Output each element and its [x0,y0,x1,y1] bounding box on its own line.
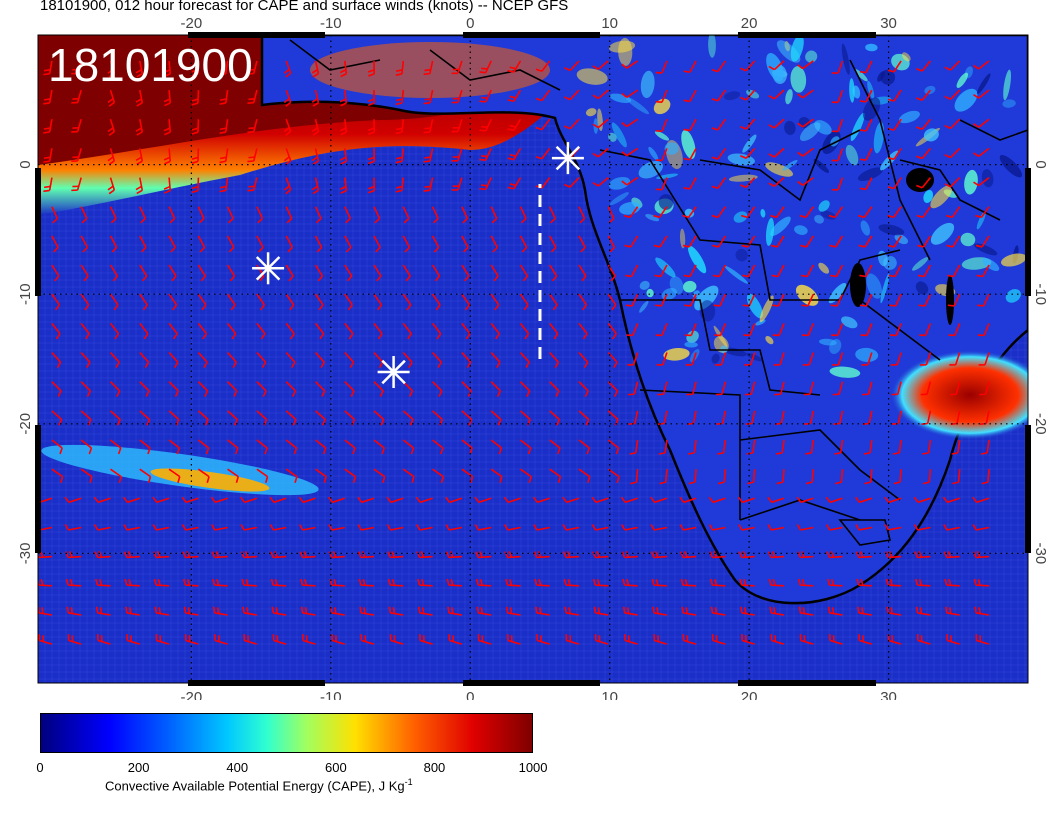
colorbar-tick-400: 400 [226,760,249,775]
top-lon-tick-30: 30 [880,15,897,32]
colorbar-label: Convective Available Potential Energy (C… [105,777,413,793]
top-lon-tick-20: 20 [741,15,758,32]
left-lat-tick--20: -20 [17,413,34,435]
cape-colorbar [40,713,533,753]
date-stamp: 18101900 [48,39,253,91]
top-lon-tick--20: -20 [181,15,203,32]
top-lon-tick-0: 0 [466,15,474,32]
right-lat-tick--30: -30 [1032,543,1049,565]
right-lat-tick--10: -10 [1032,283,1049,305]
bottom-lon-tick-labels: -20 -10 0 10 20 30 [181,689,897,700]
bottom-lon-tick-10: 10 [601,689,618,700]
bottom-lon-tick-20: 20 [741,689,758,700]
left-lat-tick--30: -30 [17,543,34,565]
colorbar-tick-0: 0 [36,760,44,775]
colorbar-tick-600: 600 [325,760,347,775]
map-figure: -20 -10 0 10 20 30 -20 -10 0 10 20 30 0 -10 -20 -30 0… [17,15,1049,700]
right-lat-tick-0: 0 [1032,160,1049,168]
asterisk-marker-3 [377,356,410,388]
bottom-lon-tick--20: -20 [181,689,203,700]
right-lat-tick-labels: 0 -10 -20 -30 [1032,160,1049,564]
top-lon-tick-labels: -20 -10 0 10 20 30 [181,15,897,32]
left-lat-tick-labels: 0 -10 -20 -30 [17,160,34,564]
colorbar-tick-200: 200 [127,760,150,775]
left-lat-tick-0: 0 [17,160,34,168]
asterisk-marker-2 [252,252,285,285]
bottom-lon-tick-30: 30 [880,689,897,700]
colorbar-label-exponent: -1 [404,777,413,787]
top-lon-tick-10: 10 [601,15,618,32]
top-lon-tick--10: -10 [320,15,342,32]
bottom-lon-tick-0: 0 [466,689,474,700]
asterisk-marker-1 [551,142,584,175]
right-lat-tick--20: -20 [1032,413,1049,435]
left-lat-tick--10: -10 [17,283,34,305]
colorbar-tick-1000: 1000 [518,760,548,775]
colorbar-label-text: Convective Available Potential Energy (C… [105,778,405,794]
colorbar-tick-800: 800 [423,760,446,775]
bottom-lon-tick--10: -10 [320,689,342,700]
